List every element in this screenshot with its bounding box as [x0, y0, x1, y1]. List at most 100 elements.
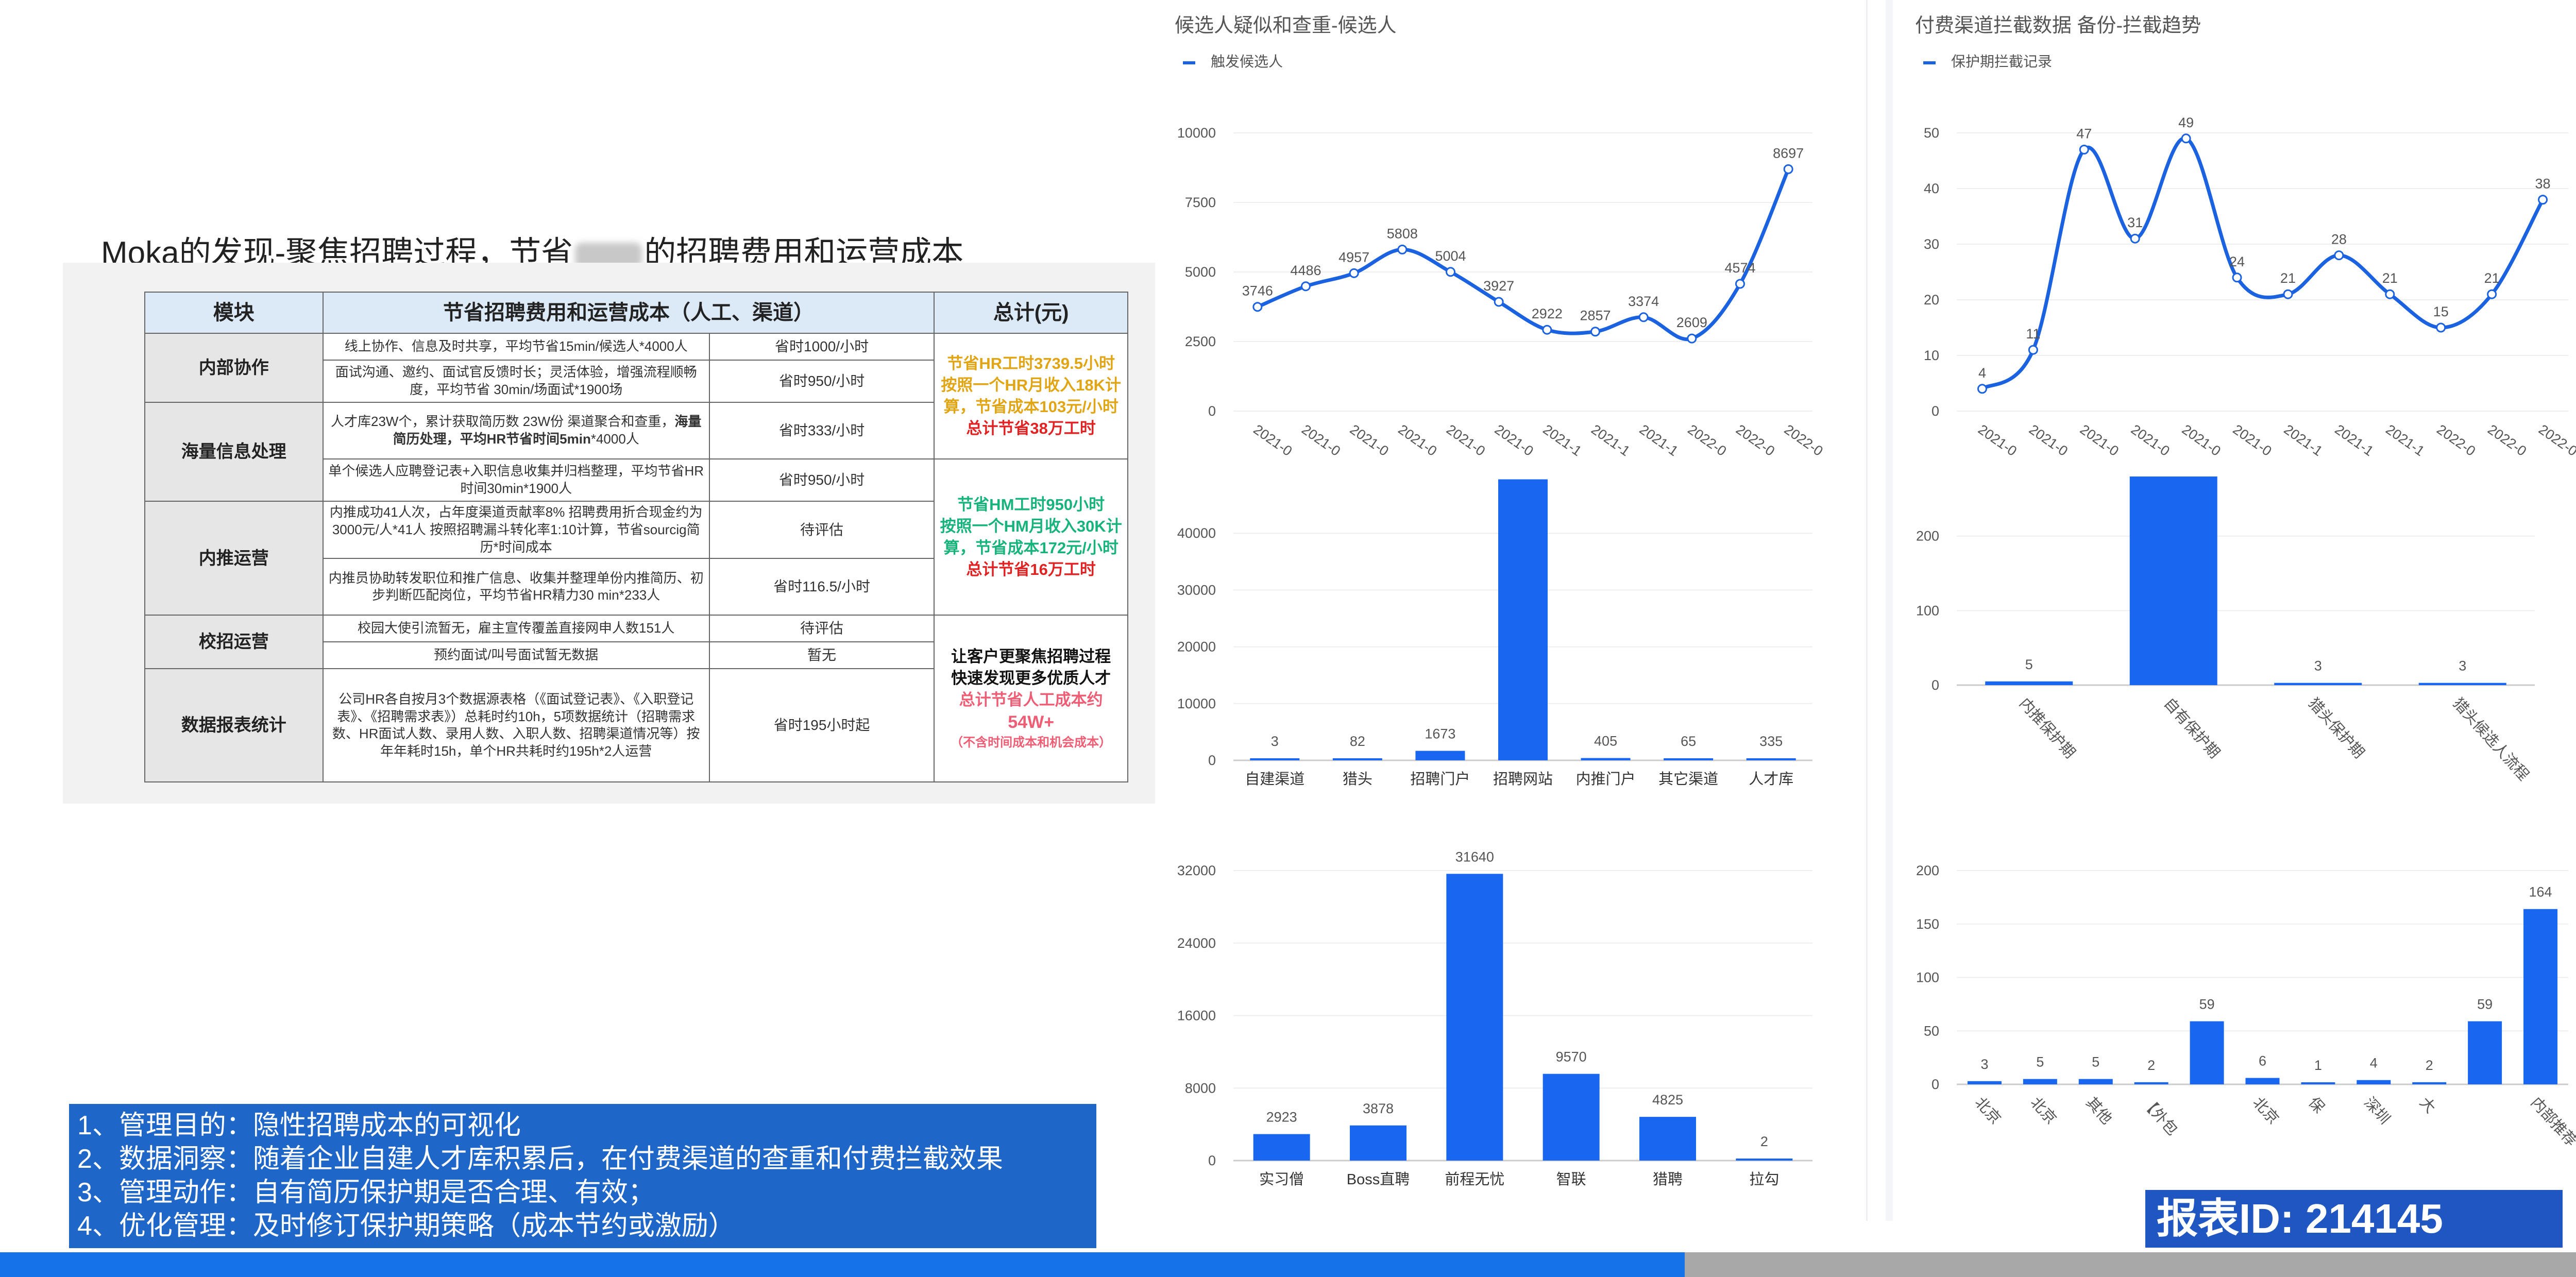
- protection-bar-y-tick-label: 200: [1916, 529, 1939, 544]
- channel-bar-data-label: 405: [1594, 734, 1617, 749]
- candidates-line-data-label: 2609: [1676, 315, 1707, 330]
- channel-bar-data-label: 65: [1681, 734, 1696, 749]
- intercept-line-y-tick-label: 50: [1924, 125, 1939, 141]
- intercept-line-x-tick-label: 2021-0: [2179, 421, 2224, 459]
- protection-bar-x-tick-label: 内推保护期: [2016, 695, 2079, 762]
- protection-bar-data-label: 3: [2459, 658, 2466, 674]
- channel-bar-x-tick-label: 招聘门户: [1410, 771, 1470, 788]
- progress-bar-track: [1685, 1252, 2576, 1277]
- source-bar-x-tick-label: 北京: [2027, 1094, 2060, 1128]
- candidates-line-point: [1252, 302, 1263, 312]
- intercept-line-data-label: 49: [2178, 115, 2194, 130]
- website-bar-y-tick-label: 16000: [1177, 1008, 1216, 1024]
- intercept-line-x-tick-label: 2022-0: [2485, 421, 2529, 459]
- intercept-line-point: [2283, 289, 2293, 299]
- candidates-line-point: [1397, 244, 1408, 254]
- candidates-line-y-tick-label: 2500: [1185, 334, 1216, 349]
- intercept-line-data-label: 21: [2382, 270, 2398, 286]
- website-bar-data-label: 2923: [1266, 1110, 1297, 1125]
- candidates-line-x-tick-label: 2022-0: [1685, 421, 1729, 459]
- intercept-line-data-label: 4: [1978, 365, 1986, 381]
- candidates-line-x-tick-label: 2021-0: [1492, 421, 1536, 459]
- source-bar-data-label: 2: [2426, 1058, 2433, 1073]
- intercept-line-data-label: 28: [2331, 232, 2347, 247]
- intercept-line-x-tick-label: 2021-1: [2383, 421, 2427, 459]
- protection-bar-y-tick-label: 100: [1916, 603, 1939, 618]
- channel-bar-y-tick-label: 0: [1208, 753, 1216, 768]
- website-bar-data-label: 3878: [1363, 1101, 1394, 1116]
- source-bar-data-label: 59: [2199, 997, 2215, 1012]
- candidates-line-point: [1349, 268, 1359, 278]
- channel-bar-bar: [1746, 758, 1796, 760]
- progress-bar-filled: [0, 1252, 1685, 1277]
- candidates-line-x-tick-label: 2021-1: [1540, 421, 1584, 459]
- candidates-line-point: [1735, 279, 1745, 289]
- report-id-badge: 报表ID: 214145: [2145, 1190, 2563, 1248]
- source-bar-x-tick-label: 深圳: [2361, 1094, 2393, 1128]
- source-bar-y-tick-label: 0: [1931, 1077, 1939, 1092]
- candidates-line-data-label: 4957: [1338, 249, 1369, 265]
- source-bar-bar: [2523, 909, 2558, 1084]
- source-bar-bar: [2134, 1082, 2168, 1084]
- website-bar-y-tick-label: 8000: [1185, 1080, 1216, 1096]
- channel-bar-data-label: 1673: [1425, 726, 1455, 742]
- candidates-line-x-tick-label: 2021-0: [1395, 421, 1439, 459]
- candidates-line-data-label: 5808: [1387, 226, 1418, 241]
- channel-bar-data-label: 335: [1759, 734, 1783, 749]
- intercept-line-y-tick-label: 10: [1924, 348, 1939, 363]
- candidates-line-point: [1783, 164, 1793, 174]
- protection-bar-data-label: 5: [2025, 657, 2033, 672]
- source-bar-x-tick-label: 保: [2305, 1094, 2328, 1117]
- candidates-line-point: [1542, 325, 1552, 335]
- channel-bar-x-tick-label: 人才库: [1749, 771, 1793, 788]
- website-bar-data-label: 4825: [1652, 1092, 1683, 1108]
- candidates-line-data-label: 4486: [1290, 263, 1321, 278]
- candidates-line-x-tick-label: 2021-0: [1299, 421, 1343, 459]
- intercept-line-data-label: 31: [2127, 215, 2143, 230]
- source-bar-y-tick-label: 150: [1916, 916, 1939, 932]
- intercept-line-point: [2028, 345, 2038, 355]
- source-bar-data-label: 3: [1980, 1057, 1988, 1072]
- website-bar-bar: [1543, 1074, 1600, 1161]
- candidates-line-point: [1494, 297, 1504, 307]
- website-bar-bar: [1736, 1159, 1793, 1161]
- source-bar-bar: [2023, 1079, 2057, 1084]
- channel-bar-data-label: 3: [1271, 734, 1279, 749]
- intercept-line-y-tick-label: 30: [1924, 236, 1939, 252]
- candidates-line-x-tick-label: 2021-0: [1444, 421, 1488, 459]
- candidates-line-x-tick-label: 2021-0: [1250, 421, 1295, 459]
- source-bar-x-tick-label: 内部推荐: [2528, 1094, 2576, 1150]
- website-bar-x-tick-label: 拉勾: [1749, 1171, 1779, 1188]
- candidates-line-data-label: 2922: [1532, 306, 1563, 321]
- candidates-line-x-tick-label: 2021-1: [1588, 421, 1633, 459]
- source-bar-data-label: 59: [2477, 997, 2493, 1012]
- source-bar-x-tick-label: 【外包: [2138, 1094, 2181, 1139]
- source-bar-y-tick-label: 200: [1916, 863, 1939, 878]
- intercept-line-x-tick-label: 2022-0: [2434, 421, 2478, 459]
- candidates-line-data-label: 4574: [1724, 260, 1755, 276]
- candidates-line-data-label: 5004: [1435, 248, 1466, 264]
- intercept-line-data-label: 21: [2484, 270, 2500, 286]
- intercept-line-point: [1977, 384, 1987, 394]
- website-bar-data-label: 2: [1760, 1134, 1768, 1149]
- website-bar-y-tick-label: 0: [1208, 1153, 1216, 1168]
- channel-bar-x-tick-label: 招聘网站: [1493, 771, 1553, 788]
- source-bar-y-tick-label: 50: [1924, 1023, 1939, 1038]
- intercept-line-x-tick-label: 2022-0: [2536, 421, 2576, 459]
- source-bar-data-label: 5: [2092, 1054, 2099, 1070]
- candidates-line-x-tick-label: 2021-1: [1637, 421, 1681, 459]
- protection-bar-x-tick-label: 自有保护期: [2161, 695, 2224, 762]
- source-bar-bar: [1967, 1081, 2002, 1084]
- website-bar-bar: [1446, 874, 1503, 1161]
- channel-bar-y-tick-label: 20000: [1177, 639, 1216, 655]
- intercept-line-point: [2436, 322, 2446, 333]
- website-bar-bar: [1253, 1134, 1310, 1161]
- channel-bar-x-tick-label: 猎头: [1343, 771, 1372, 788]
- website-bar-x-tick-label: 猎聘: [1653, 1171, 1683, 1188]
- candidates-line-y-tick-label: 7500: [1185, 195, 1216, 210]
- candidates-line-x-tick-label: 2022-0: [1733, 421, 1777, 459]
- protection-bar-bar: [2418, 683, 2506, 685]
- protection-bar-data-label: 3: [2314, 658, 2322, 674]
- source-bar-bar: [2190, 1021, 2224, 1084]
- website-bar-y-tick-label: 24000: [1177, 935, 1216, 951]
